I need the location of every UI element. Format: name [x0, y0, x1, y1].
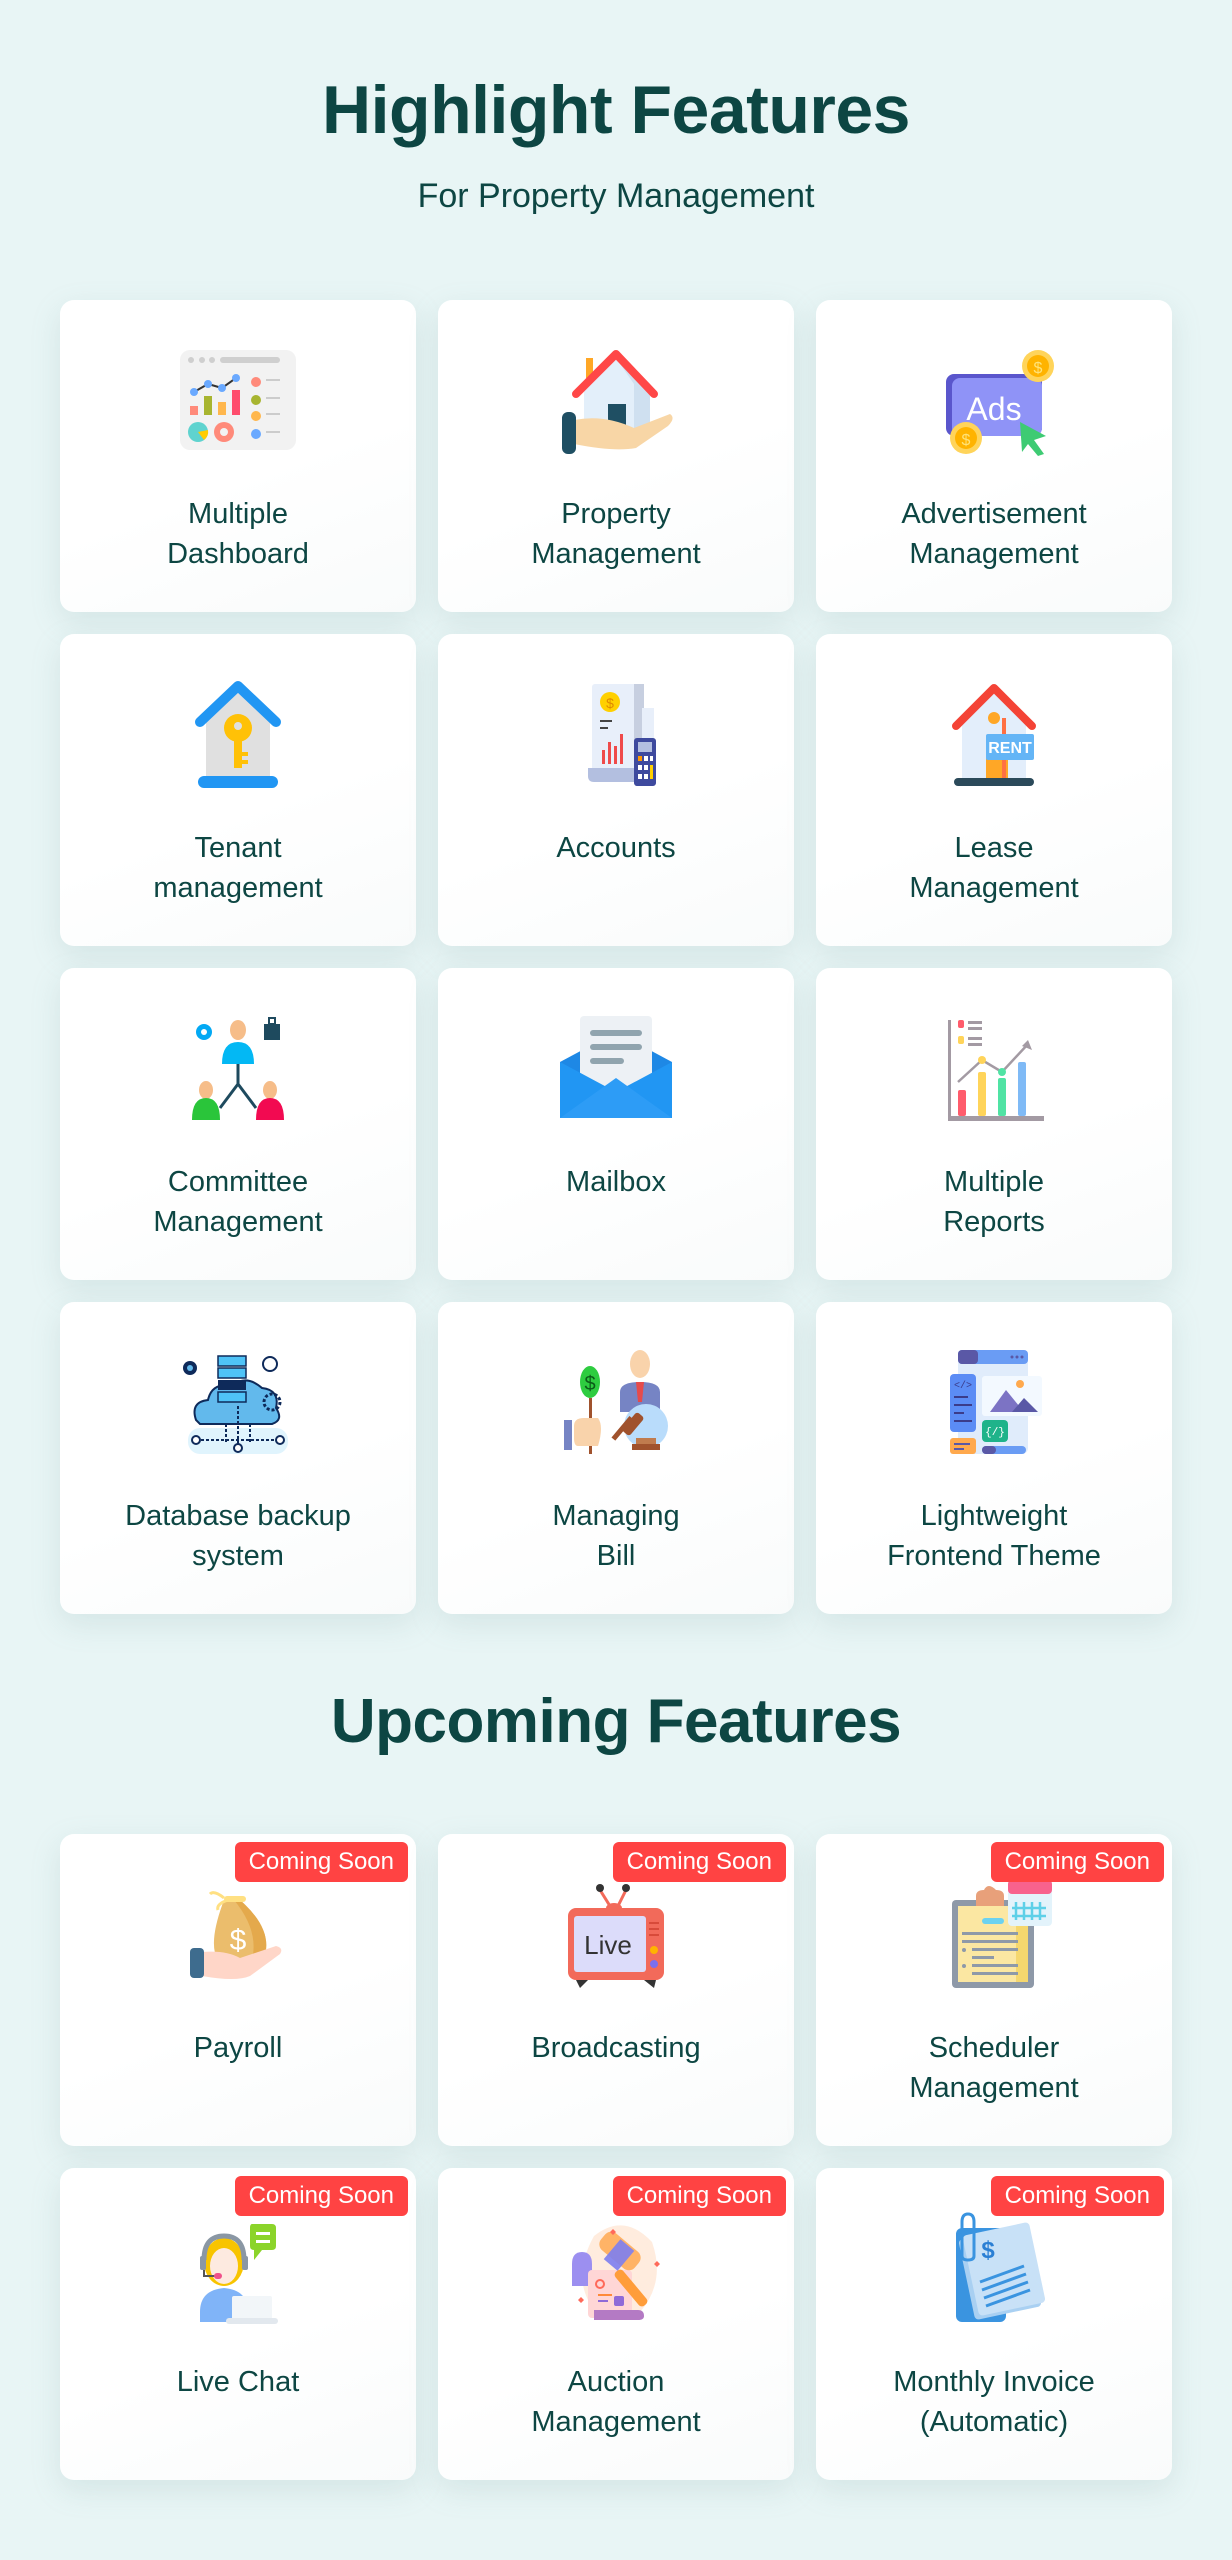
coming-soon-badge: Coming Soon [990, 2176, 1164, 2216]
feature-label: Scheduler Management [909, 2032, 1079, 2104]
support-agent-icon [176, 2212, 300, 2324]
rent-house-icon: RENT [932, 678, 1056, 790]
upcoming-card-monthly-invoice: $ Coming Soon Monthly Invoice (Automatic… [816, 2168, 1172, 2480]
svg-text:$: $ [584, 1373, 595, 1395]
feature-card-lightweight-frontend-theme: </> {/} Lightweight Frontend Theme [816, 1302, 1172, 1614]
feature-label: Multiple Dashboard [167, 498, 309, 570]
ads-icon: Ads $ $ [932, 344, 1056, 456]
bill-auction-icon: $ [554, 1346, 678, 1458]
upcoming-card-broadcasting: Live Coming Soon Broadcasting [438, 1834, 794, 2146]
frontend-theme-icon: </> {/} [932, 1346, 1056, 1458]
live-tv-icon: Live [554, 1878, 678, 1990]
highlight-features-grid: Multiple Dashboard Property Management A… [60, 300, 1172, 1614]
feature-card-tenant-management: Tenant management [60, 634, 416, 946]
svg-text:$: $ [1034, 360, 1043, 377]
feature-label: Tenant management [153, 832, 323, 904]
svg-text:Live: Live [584, 1930, 632, 1960]
feature-label: Committee Management [153, 1166, 323, 1238]
feature-card-multiple-dashboard: Multiple Dashboard [60, 300, 416, 612]
coming-soon-badge: Coming Soon [612, 1842, 786, 1882]
upcoming-card-payroll: $ Coming Soon Payroll [60, 1834, 416, 2146]
feature-label: Property Management [531, 498, 701, 570]
feature-label: Lightweight Frontend Theme [887, 1500, 1101, 1572]
upcoming-card-scheduler-management: Coming Soon Scheduler Management [816, 1834, 1172, 2146]
svg-text:$: $ [230, 1924, 247, 1957]
svg-text:$: $ [962, 432, 971, 449]
page-title: Highlight Features [322, 72, 910, 148]
house-in-hand-icon [554, 344, 678, 456]
upcoming-card-live-chat: Coming Soon Live Chat [60, 2168, 416, 2480]
feature-label: Live Chat [176, 2366, 300, 2398]
feature-card-advertisement-management: Ads $ $ Advertisement Management [816, 300, 1172, 612]
invoice-icon: $ [932, 2212, 1056, 2324]
feature-label: Lease Management [909, 832, 1079, 904]
feature-label: Advertisement Management [901, 498, 1087, 570]
feature-card-lease-management: RENT Lease Management [816, 634, 1172, 946]
svg-text:{/}: {/} [985, 1427, 1005, 1439]
feature-label: Broadcasting [531, 2032, 701, 2064]
gavel-auction-icon [554, 2212, 678, 2324]
coming-soon-badge: Coming Soon [234, 2176, 408, 2216]
svg-text:</>: </> [954, 1380, 972, 1392]
feature-card-database-backup: Database backup system [60, 1302, 416, 1614]
feature-label: Payroll [193, 2032, 283, 2064]
clipboard-calendar-icon [932, 1878, 1056, 1990]
feature-card-property-management: Property Management [438, 300, 794, 612]
upcoming-card-auction-management: Coming Soon Auction Management [438, 2168, 794, 2480]
feature-card-multiple-reports: Multiple Reports [816, 968, 1172, 1280]
feature-card-mailbox: Mailbox [438, 968, 794, 1280]
feature-label: Database backup system [125, 1500, 351, 1572]
upcoming-features-grid: $ Coming Soon Payroll Live Coming Soon B… [60, 1834, 1172, 2480]
coming-soon-badge: Coming Soon [612, 2176, 786, 2216]
cloud-database-icon [176, 1346, 300, 1458]
page-subtitle: For Property Management [417, 177, 815, 215]
coming-soon-badge: Coming Soon [234, 1842, 408, 1882]
svg-text:$: $ [981, 2237, 995, 2264]
money-bag-hand-icon: $ [176, 1878, 300, 1990]
reports-chart-icon [932, 1012, 1056, 1124]
svg-text:RENT: RENT [988, 740, 1032, 757]
coming-soon-badge: Coming Soon [990, 1842, 1164, 1882]
svg-text:Ads: Ads [966, 391, 1021, 427]
accounts-calculator-icon: $ [554, 678, 678, 790]
dashboard-icon [176, 344, 300, 456]
feature-label: Mailbox [566, 1166, 666, 1198]
svg-text:$: $ [606, 695, 614, 711]
feature-label: Managing Bill [552, 1500, 680, 1572]
mail-envelope-icon [554, 1012, 678, 1124]
feature-label: Monthly Invoice (Automatic) [893, 2366, 1095, 2438]
feature-card-accounts: $ Accounts [438, 634, 794, 946]
committee-icon [176, 1012, 300, 1124]
upcoming-features-title: Upcoming Features [330, 1687, 902, 1756]
house-key-icon [176, 678, 300, 790]
feature-label: Accounts [556, 832, 676, 864]
feature-label: Multiple Reports [943, 1166, 1045, 1238]
feature-label: Auction Management [531, 2366, 701, 2438]
feature-card-managing-bill: $ Managing Bill [438, 1302, 794, 1614]
feature-card-committee-management: Committee Management [60, 968, 416, 1280]
